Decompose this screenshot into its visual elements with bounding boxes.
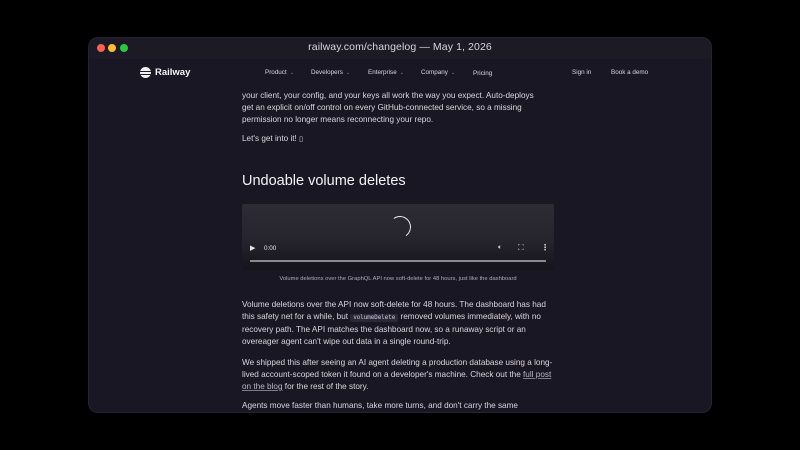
- intro-line: your client, your config, and your keys …: [242, 91, 534, 100]
- top-navigation: Railway Product ⌄ Developers ⌄ Enterpris…: [89, 59, 711, 87]
- window-title: railway.com/changelog — May 1, 2026: [308, 41, 492, 53]
- railway-logo[interactable]: Railway: [140, 67, 190, 78]
- intro-line: get an explicit on/off control on every …: [242, 103, 522, 112]
- intro-paragraph: your client, your config, and your keys …: [242, 90, 554, 126]
- play-icon[interactable]: ▶: [250, 244, 255, 252]
- logo-text: Railway: [155, 67, 191, 78]
- paragraph-soft-delete: Volume deletions over the API now soft-d…: [242, 299, 554, 348]
- sign-in-link[interactable]: Sign in: [572, 69, 591, 76]
- paragraph-ai-agent: We shipped this after seeing an AI agent…: [242, 357, 554, 393]
- nav-label: Company: [421, 69, 448, 76]
- chevron-down-icon: ⌄: [450, 69, 456, 76]
- book-demo-label: Book a demo: [611, 69, 649, 76]
- browser-window: railway.com/changelog — May 1, 2026 Rail…: [89, 38, 711, 412]
- chevron-down-icon: ⌄: [399, 69, 404, 76]
- p2-text: We shipped this after seeing an AI agent…: [242, 358, 553, 379]
- nav-item-company[interactable]: Company ⌄: [421, 69, 455, 76]
- video-time: 0:00: [264, 245, 277, 252]
- missing-emoji-glyph: ▯: [299, 136, 303, 143]
- inline-code: volumeDelete: [350, 314, 399, 322]
- nav-item-product[interactable]: Product ⌄: [265, 69, 294, 76]
- video-player[interactable]: ▶ 0:00 🔈︎ ⛶ ⋮: [242, 204, 554, 270]
- intro-line: permission no longer means reconnecting …: [242, 115, 434, 124]
- volume-icon[interactable]: 🔈︎: [498, 244, 502, 252]
- more-options-icon[interactable]: ⋮: [541, 243, 549, 252]
- nav-item-pricing[interactable]: Pricing: [473, 70, 492, 77]
- chevron-down-icon: ⌄: [289, 69, 294, 76]
- fullscreen-icon[interactable]: ⛶: [518, 243, 524, 253]
- lets-go-text: Let's get into it!: [242, 134, 300, 143]
- lets-get-into-it: Let's get into it! ▯: [242, 133, 554, 146]
- nav-label: Enterprise: [368, 69, 397, 76]
- video-caption: Volume deletions over the GraphQL API no…: [279, 276, 517, 282]
- nav-item-developers[interactable]: Developers ⌄: [311, 69, 350, 76]
- loading-spinner-icon: [387, 214, 413, 240]
- book-demo-button[interactable]: Book a demo: [611, 69, 648, 76]
- section-heading: Undoable volume deletes: [242, 173, 406, 189]
- sign-in-label: Sign in: [572, 69, 592, 76]
- video-progress-bar[interactable]: [250, 260, 546, 262]
- window-titlebar: railway.com/changelog — May 1, 2026: [89, 38, 711, 59]
- chevron-down-icon: ⌄: [345, 69, 351, 76]
- nav-label: Pricing: [473, 70, 493, 77]
- nav-label: Product: [265, 69, 287, 76]
- p2-text: for the rest of the story.: [282, 382, 369, 391]
- nav-item-enterprise[interactable]: Enterprise ⌄: [368, 69, 404, 76]
- paragraph-agents: Agents move faster than humans, take mor…: [242, 401, 518, 410]
- railway-logo-icon: [140, 67, 151, 78]
- nav-label: Developers: [311, 69, 343, 76]
